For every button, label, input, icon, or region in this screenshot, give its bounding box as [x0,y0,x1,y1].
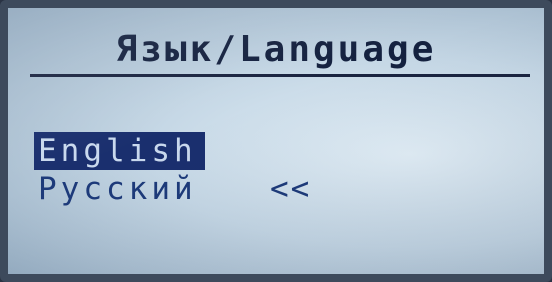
language-option-russian[interactable]: Русский << [38,170,309,208]
language-menu: English Русский << [34,132,309,208]
lcd-screen: Язык/Language English Русский << [0,0,552,282]
language-option-label: English [34,132,205,170]
language-option-english[interactable]: English [34,132,205,170]
title-divider [30,74,530,77]
screen-title: Язык/Language [115,29,437,70]
current-language-marker: << [270,171,312,207]
language-option-label: Русский [38,171,197,207]
